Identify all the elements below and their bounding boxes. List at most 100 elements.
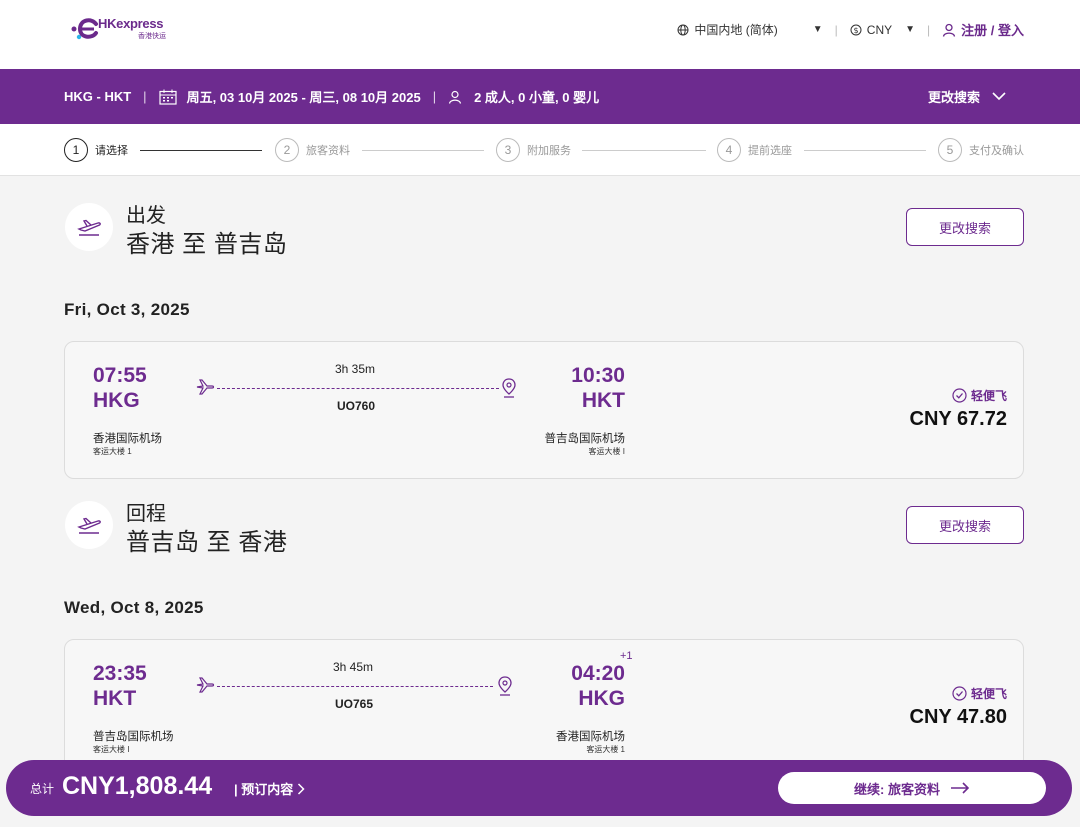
- total-price: CNY1,808.44: [62, 772, 213, 800]
- booking-steps: 1 请选择 2 旅客资料 3 附加服务 4 提前选座 5 支付及确认: [0, 124, 1080, 176]
- fare-type-label: 轻便飞: [970, 389, 1007, 403]
- step-passenger-info: 2 旅客资料: [275, 138, 350, 162]
- continue-label: 继续: 旅客资料: [854, 781, 940, 797]
- departure-airport: 普吉岛国际机场: [93, 731, 174, 743]
- divider: |: [834, 22, 838, 37]
- outbound-change-search-button[interactable]: 更改搜索: [906, 208, 1024, 246]
- step-connector: [804, 150, 926, 151]
- svg-text:$: $: [853, 26, 858, 35]
- region-selector[interactable]: 中国内地 (简体) ▼: [677, 21, 823, 38]
- arrow-right-icon: [950, 782, 970, 794]
- booking-details-link[interactable]: | 预订内容: [234, 779, 305, 798]
- top-header: HKexpress 香港快运 中国内地 (简体) ▼ | $ CNY ▼ | 注…: [0, 0, 1080, 69]
- fare-type-label: 轻便飞: [970, 687, 1007, 701]
- step-connector: [140, 150, 262, 151]
- flight-number: UO765: [335, 697, 374, 711]
- departure-code: HKT: [93, 687, 137, 710]
- globe-icon: [677, 24, 689, 35]
- passengers-summary: 2 成人, 0 小童, 0 婴儿: [474, 90, 600, 105]
- search-summary-bar: HKG - HKT | 周五, 03 10月 2025 - 周三, 08 10月…: [0, 69, 1080, 124]
- departure-terminal: 客运大楼 1: [93, 447, 132, 456]
- plane-icon: [196, 677, 215, 693]
- flight-duration: 3h 35m: [335, 362, 376, 376]
- step-number: 5: [938, 138, 962, 162]
- route-line: [217, 388, 499, 389]
- dollar-icon: $: [850, 24, 862, 35]
- continue-button[interactable]: 继续: 旅客资料: [778, 772, 1046, 804]
- step-add-ons: 3 附加服务: [496, 138, 571, 162]
- departure-time: 07:55: [93, 364, 147, 387]
- caret-down-icon: ▼: [812, 24, 823, 35]
- step-label: 请选择: [95, 145, 128, 157]
- location-pin-icon: [502, 378, 516, 398]
- currency-label: CNY: [866, 22, 893, 37]
- logo-text: HKexpress: [98, 16, 164, 31]
- step-number: 2: [275, 138, 299, 162]
- divider: |: [143, 89, 147, 104]
- location-pin-icon: [498, 676, 512, 696]
- departure-terminal: 客运大楼 I: [93, 745, 130, 754]
- booking-details-label: | 预订内容: [234, 782, 294, 797]
- return-route: 普吉岛 至 香港: [126, 529, 288, 556]
- return-plane-icon: [65, 501, 113, 549]
- step-label: 旅客资料: [306, 145, 350, 157]
- outbound-flight-card[interactable]: 07:55 HKG 3h 35m UO760 10:30 HKT 香港国际机场 …: [64, 341, 1024, 479]
- outbound-route: 香港 至 普吉岛: [126, 231, 288, 258]
- route-summary: HKG - HKT: [64, 89, 132, 104]
- step-seat-selection: 4 提前选座: [717, 138, 792, 162]
- outbound-date: Fri, Oct 3, 2025: [64, 300, 190, 319]
- arrival-airport: 香港国际机场: [556, 731, 625, 743]
- check-circle-icon: [952, 388, 967, 403]
- booking-total-bar: 总计 CNY1,808.44 | 预订内容 继续: 旅客资料: [6, 760, 1072, 816]
- flight-number: UO760: [337, 399, 376, 413]
- return-change-search-button[interactable]: 更改搜索: [906, 506, 1024, 544]
- step-number: 4: [717, 138, 741, 162]
- fare-price: CNY 47.80: [909, 706, 1007, 728]
- change-search-toggle[interactable]: 更改搜索: [928, 87, 1006, 106]
- flight-duration: 3h 45m: [333, 660, 374, 674]
- next-day-indicator: +1: [620, 650, 633, 662]
- step-number: 3: [496, 138, 520, 162]
- fare-type-badge: 轻便飞: [952, 387, 1007, 404]
- check-circle-icon: [952, 686, 967, 701]
- login-label: 注册 / 登入: [961, 23, 1024, 38]
- step-connector: [362, 150, 484, 151]
- step-connector: [582, 150, 706, 151]
- step-number: 1: [64, 138, 88, 162]
- currency-selector[interactable]: $ CNY ▼: [850, 23, 915, 37]
- chevron-down-icon: [992, 92, 1006, 101]
- arrival-terminal: 客运大楼 1: [586, 745, 625, 754]
- return-date: Wed, Oct 8, 2025: [64, 598, 204, 617]
- chevron-right-icon: [298, 782, 305, 795]
- hkexpress-logo[interactable]: HKexpress 香港快运: [70, 16, 170, 44]
- departure-plane-icon: [65, 203, 113, 251]
- fare-type-badge: 轻便飞: [952, 685, 1007, 702]
- login-link[interactable]: 注册 / 登入: [942, 20, 1024, 39]
- step-select[interactable]: 1 请选择: [64, 138, 128, 162]
- divider: |: [432, 89, 437, 104]
- user-icon: [943, 23, 956, 37]
- logo-subtext: 香港快运: [138, 33, 166, 40]
- arrival-time: 10:30: [571, 364, 625, 387]
- total-label: 总计: [30, 782, 55, 796]
- step-label: 支付及确认: [969, 145, 1024, 157]
- arrival-airport: 普吉岛国际机场: [544, 433, 626, 445]
- departure-time: 23:35: [93, 662, 147, 685]
- user-icon: [448, 90, 462, 104]
- departure-airport: 香港国际机场: [93, 433, 162, 445]
- region-label: 中国内地 (简体): [694, 23, 778, 37]
- change-search-label: 更改搜索: [927, 90, 980, 105]
- calendar-icon: [158, 89, 177, 105]
- arrival-code: HKT: [581, 389, 625, 412]
- route-line: [217, 686, 493, 687]
- dates-summary: 周五, 03 10月 2025 - 周三, 08 10月 2025: [186, 90, 421, 105]
- divider: |: [927, 22, 931, 37]
- plane-icon: [196, 379, 215, 395]
- arrival-terminal: 客运大楼 I: [588, 447, 625, 456]
- arrival-code: HKG: [578, 687, 625, 710]
- step-label: 提前选座: [748, 145, 792, 157]
- arrival-time: 04:20: [571, 662, 625, 685]
- caret-down-icon: ▼: [905, 24, 916, 35]
- fare-price: CNY 67.72: [909, 408, 1007, 430]
- step-payment: 5 支付及确认: [938, 138, 1024, 162]
